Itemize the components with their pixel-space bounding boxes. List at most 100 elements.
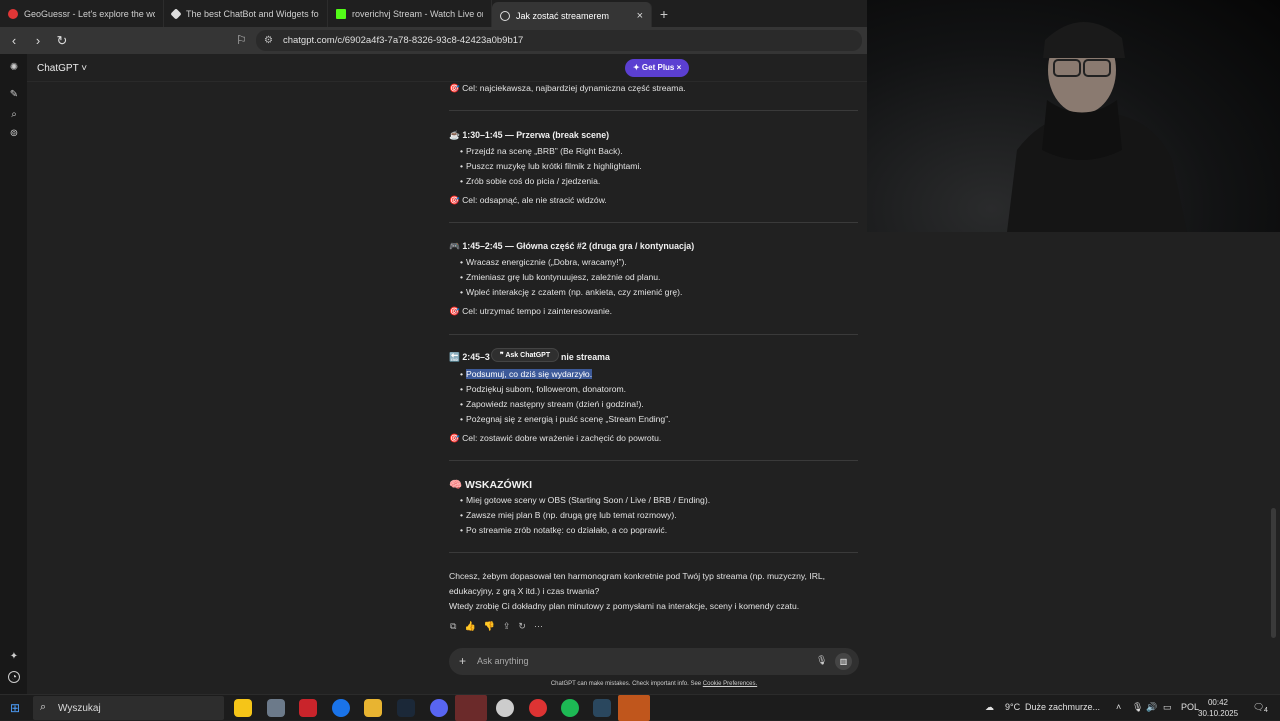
url-field[interactable]: ⚙ chatgpt.com/c/6902a4f3-7a78-8326-93c8-… — [256, 30, 862, 51]
section-heading: 🔚 2:45–3 — [449, 352, 490, 362]
divider — [449, 552, 858, 553]
closing-text: edukacyjny, z grą X itd.) i czas trwania… — [449, 586, 600, 596]
steam-app-icon[interactable] — [593, 699, 611, 717]
list-item: Zrób sobie coś do picia / zjedzenia. — [460, 176, 600, 186]
ask-chatgpt-tooltip[interactable]: ❞ Ask ChatGPT — [491, 348, 559, 362]
list-item: Zapowiedz następny stream (dzień i godzi… — [460, 399, 644, 409]
kick-icon — [336, 8, 346, 19]
geoguessr-icon — [8, 8, 18, 19]
microphone-icon[interactable]: 🎙 — [1132, 702, 1143, 713]
list-item: Miej gotowe sceny w OBS (Starting Soon /… — [460, 495, 710, 505]
chrome-icon[interactable] — [332, 699, 350, 717]
section-heading-tail: nie streama — [561, 352, 610, 362]
tab-kick-stream[interactable]: roverichvj Stream - Watch Live on Ki — [328, 0, 492, 27]
tab-title: The best ChatBot and Widgets for Ki — [186, 8, 319, 19]
taskbar-search[interactable]: ⌕ Wyszukaj — [33, 696, 224, 720]
sticky-notes-icon[interactable] — [234, 699, 252, 717]
list-item: Wpleć interakcję z czatem (np. ankieta, … — [460, 287, 682, 297]
composer[interactable]: + Ask anything 🎙 ▥ — [449, 648, 859, 675]
windows-start-icon[interactable]: ⊞ — [10, 701, 20, 715]
close-icon[interactable]: × — [637, 10, 643, 22]
list-item: Po streamie zrób notatkę: co działało, a… — [460, 525, 667, 535]
recorder-icon[interactable] — [529, 699, 547, 717]
pinned-app-icon[interactable] — [618, 695, 650, 721]
windows-taskbar: ⊞ ⌕ Wyszukaj ☁ 9°C Duże zachmurze... ˄ 🎙… — [0, 694, 1280, 721]
tab-geoguessr[interactable]: GeoGuessr - Let's explore the world! — [0, 0, 164, 27]
active-app-icon[interactable] — [455, 695, 487, 721]
chevron-up-icon[interactable]: ˄ — [1116, 702, 1121, 712]
chatgpt-sidebar: ✺ ✎ ⌕ ⊚ ✦ ◔ — [0, 54, 27, 694]
voice-mode-icon[interactable]: ▥ — [835, 653, 852, 670]
mic-icon[interactable]: 🎙 — [816, 655, 827, 666]
more-icon[interactable]: ⋯ — [534, 621, 543, 632]
model-selector[interactable]: ChatGPT ˅ — [37, 63, 87, 74]
url-text: chatgpt.com/c/6902a4f3-7a78-8326-93c8-42… — [282, 35, 524, 46]
file-icon[interactable] — [267, 699, 285, 717]
site-settings-icon[interactable]: ⚙ — [264, 35, 273, 46]
app-icon[interactable] — [299, 699, 317, 717]
closing-text: Chcesz, żebym dopasował ten harmonogram … — [449, 571, 826, 581]
section-heading: 🎮 1:45–2:45 — Główna część #2 (druga gra… — [449, 241, 695, 251]
browser-tab-bar: GeoGuessr - Let's explore the world! The… — [0, 0, 868, 29]
reload-icon[interactable]: ↻ — [52, 33, 72, 49]
search-placeholder: Wyszukaj — [58, 703, 101, 714]
search-icon: ⌕ — [40, 701, 47, 713]
clock[interactable]: 00:42 30.10.2025 — [1198, 697, 1238, 719]
discord-icon[interactable] — [430, 699, 448, 717]
regenerate-icon[interactable]: ↻ — [518, 621, 526, 632]
message-actions: ⧉ 👍 👎 ⇪ ↻ ⋯ — [450, 621, 543, 632]
divider — [449, 460, 858, 461]
message-input[interactable]: Ask anything — [477, 656, 529, 666]
back-icon[interactable]: ‹ — [4, 33, 24, 48]
bookmark-icon[interactable]: ⚐ — [236, 33, 247, 47]
search-icon[interactable]: ⌕ — [8, 109, 20, 121]
library-icon[interactable]: ⊚ — [8, 128, 20, 140]
list-item: Pożegnaj się z energią i puść scenę „Str… — [460, 414, 670, 424]
network-icon[interactable]: ▭ — [1163, 702, 1172, 713]
address-bar-row: ‹ › ↻ ⚐ ⚙ chatgpt.com/c/6902a4f3-7a78-83… — [0, 27, 868, 54]
copy-icon[interactable]: ⧉ — [450, 621, 456, 632]
list-item: Zawsze miej plan B (np. drugą grę lub te… — [460, 510, 677, 520]
cookie-preferences-link[interactable]: Cookie Preferences. — [703, 681, 757, 687]
goal-text: 🎯 Cel: utrzymać tempo i zainteresowanie. — [449, 306, 613, 316]
list-item: Zmieniasz grę lub kontynuujesz, zależnie… — [460, 272, 660, 282]
scrollbar[interactable] — [1271, 508, 1276, 638]
disclaimer-text: ChatGPT can make mistakes. Check importa… — [550, 681, 702, 687]
new-chat-icon[interactable]: ✎ — [8, 89, 20, 101]
weather-icon[interactable]: ☁ — [985, 702, 994, 713]
tab-title: roverichvj Stream - Watch Live on Ki — [352, 8, 483, 19]
weather-text[interactable]: Duże zachmurze... — [1025, 702, 1100, 712]
thumbs-up-icon[interactable]: 👍 — [464, 621, 475, 632]
new-tab-button[interactable]: + — [652, 0, 676, 27]
spotify-icon[interactable] — [561, 699, 579, 717]
tab-chatbot[interactable]: The best ChatBot and Widgets for Ki — [164, 0, 328, 27]
chatgpt-logo-icon[interactable]: ✺ — [8, 62, 20, 74]
share-icon[interactable]: ⇪ — [503, 621, 511, 632]
diamond-icon — [170, 7, 182, 20]
divider — [449, 110, 858, 111]
notifications-icon[interactable]: 🗨 — [1253, 702, 1264, 713]
tips-heading: 🧠 WSKAZÓWKI — [449, 479, 533, 491]
time: 00:42 — [1207, 698, 1229, 707]
forward-icon[interactable]: › — [28, 33, 48, 48]
list-item: Puszcz muzykę lub krótki filmik z highli… — [460, 161, 642, 171]
disclaimer: ChatGPT can make mistakes. Check importa… — [449, 681, 859, 687]
upgrade-icon[interactable]: ✦ — [8, 651, 20, 663]
chat-header: ChatGPT ˅ ✦ Get Plus × — [27, 54, 868, 82]
divider — [449, 334, 858, 335]
get-plus-button[interactable]: ✦ Get Plus × — [625, 59, 690, 77]
speaker-icon[interactable]: 🔊 — [1146, 702, 1157, 713]
thumbs-down-icon[interactable]: 👎 — [484, 621, 495, 632]
tab-chatgpt[interactable]: Jak zostać streamerem × — [492, 2, 652, 29]
chatgpt-icon — [500, 10, 510, 21]
steam-icon[interactable] — [397, 699, 415, 717]
date: 30.10.2025 — [1198, 709, 1239, 718]
goal-text: 🎯 Cel: najciekawsza, najbardziej dynamic… — [449, 83, 686, 93]
attach-icon[interactable]: + — [459, 654, 466, 668]
divider — [449, 222, 858, 223]
profile-icon[interactable]: ◔ — [8, 671, 20, 683]
language-indicator[interactable]: POL — [1181, 702, 1199, 712]
obs-icon[interactable] — [496, 699, 514, 717]
goal-text: 🎯 Cel: odsapnąć, ale nie stracić widzów. — [449, 195, 607, 205]
folder-icon[interactable] — [364, 699, 382, 717]
